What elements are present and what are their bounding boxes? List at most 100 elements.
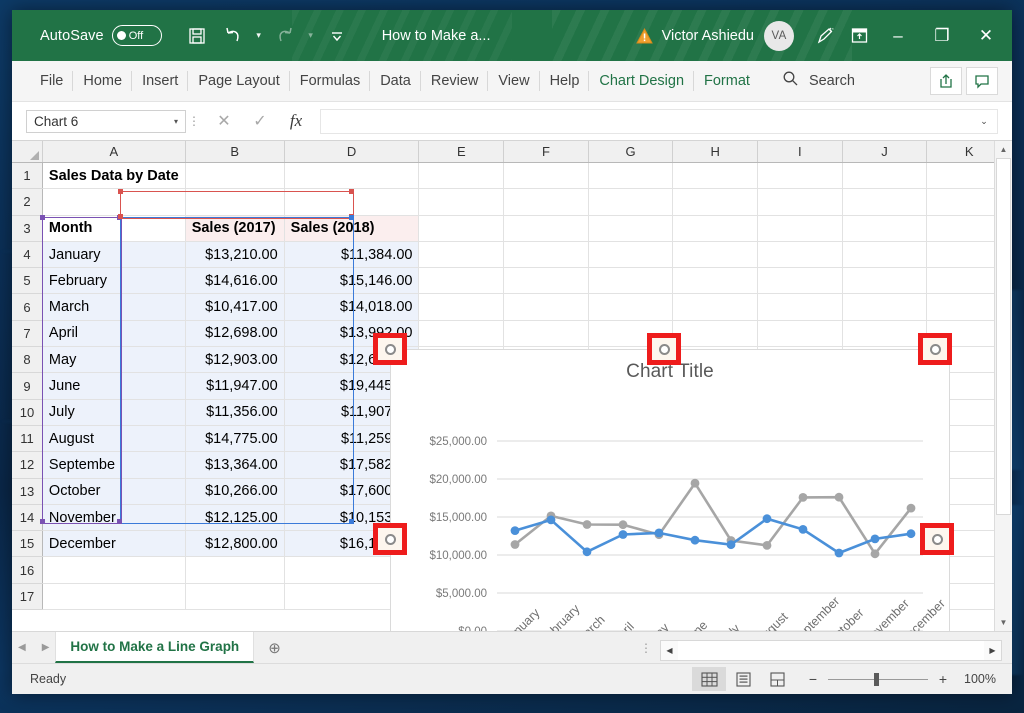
horizontal-scroll-track[interactable] <box>678 640 984 660</box>
cell-g3[interactable] <box>588 215 674 242</box>
cell-g1[interactable] <box>588 162 674 190</box>
cell-a7[interactable]: April <box>42 320 186 348</box>
cell-f7[interactable] <box>503 320 589 348</box>
cell-a3[interactable]: Month <box>42 215 186 242</box>
column-header-b[interactable]: B <box>185 141 285 163</box>
cell-i7[interactable] <box>757 320 843 348</box>
page-break-preview-icon[interactable] <box>760 667 794 691</box>
cell-b12[interactable]: $13,364.00 <box>185 451 285 479</box>
comments-icon[interactable] <box>966 67 998 95</box>
scroll-left-icon[interactable]: ◀ <box>661 640 678 660</box>
document-title[interactable]: How to Make a... <box>382 28 491 44</box>
row-header[interactable]: 14 <box>12 504 43 532</box>
cell-j2[interactable] <box>842 188 928 216</box>
cell-e6[interactable] <box>418 293 505 321</box>
cell-j3[interactable] <box>842 215 928 242</box>
cell-a16[interactable] <box>42 556 186 584</box>
tab-page-layout[interactable]: Page Layout <box>187 68 289 94</box>
row-header[interactable]: 15 <box>12 530 43 558</box>
zoom-in-button[interactable]: + <box>936 671 950 687</box>
expand-formula-bar-icon[interactable]: ⌄ <box>971 108 998 134</box>
cell-h3[interactable] <box>672 215 759 242</box>
tab-formulas[interactable]: Formulas <box>288 68 370 94</box>
customize-quick-access-icon[interactable] <box>320 19 354 53</box>
resize-handle-top-right[interactable] <box>918 333 952 365</box>
page-layout-view-icon[interactable] <box>726 667 760 691</box>
column-header-i[interactable]: I <box>757 141 843 163</box>
row-header[interactable]: 13 <box>12 478 43 505</box>
row-header[interactable]: 5 <box>12 267 43 295</box>
ribbon-display-options-icon[interactable] <box>842 19 876 53</box>
cell-g2[interactable] <box>588 188 674 216</box>
row-header[interactable]: 7 <box>12 320 43 348</box>
sheet-tab-active[interactable]: How to Make a Line Graph <box>55 632 255 663</box>
share-icon[interactable] <box>930 67 962 95</box>
sheet-nav-arrows[interactable]: ◀ ▶ <box>12 632 55 663</box>
cell-i3[interactable] <box>757 215 843 242</box>
cell-h5[interactable] <box>672 267 759 295</box>
close-button[interactable]: ✕ <box>964 10 1008 61</box>
cell-i1[interactable] <box>757 162 843 190</box>
cell-b13[interactable]: $10,266.00 <box>185 478 285 505</box>
cell-b5[interactable]: $14,616.00 <box>185 267 285 295</box>
column-header-h[interactable]: H <box>672 141 759 163</box>
cell-d1[interactable] <box>284 162 420 190</box>
cell-a17[interactable] <box>42 583 186 611</box>
avatar[interactable]: VA <box>764 20 794 51</box>
cell-j7[interactable] <box>842 320 928 348</box>
next-sheet-icon[interactable]: ▶ <box>42 642 50 653</box>
column-header-f[interactable]: F <box>503 141 589 163</box>
cell-b11[interactable]: $14,775.00 <box>185 425 285 453</box>
cell-j5[interactable] <box>842 267 928 295</box>
save-icon[interactable] <box>180 19 214 53</box>
tab-format[interactable]: Format <box>693 68 760 94</box>
cell-f1[interactable] <box>503 162 589 190</box>
resize-handle-middle-left[interactable] <box>373 523 407 555</box>
vertical-scroll-thumb[interactable] <box>996 158 1011 515</box>
zoom-control[interactable]: − + 100% <box>806 671 996 687</box>
cell-a2[interactable] <box>42 188 186 216</box>
tab-review[interactable]: Review <box>419 68 489 94</box>
worksheet-grid[interactable]: A B D E F G H I J K 1 Sales Data by Date <box>12 141 1012 631</box>
cell-h4[interactable] <box>672 241 759 269</box>
cell-b10[interactable]: $11,356.00 <box>185 399 285 426</box>
undo-dropdown-icon[interactable]: ▾ <box>252 30 266 41</box>
cell-e5[interactable] <box>418 267 505 295</box>
add-sheet-plus-icon[interactable]: ⊕ <box>254 632 295 663</box>
redo-dropdown-icon[interactable]: ▾ <box>304 30 318 41</box>
cell-j1[interactable] <box>842 162 928 190</box>
row-header[interactable]: 6 <box>12 293 43 321</box>
cell-a15[interactable]: December <box>42 530 186 558</box>
formula-bar-grip[interactable]: ⋮ <box>186 115 202 127</box>
cell-b4[interactable]: $13,210.00 <box>185 241 285 269</box>
scroll-down-icon[interactable]: ▼ <box>995 614 1012 631</box>
row-header[interactable]: 17 <box>12 583 43 611</box>
pen-icon[interactable] <box>808 19 842 53</box>
tab-file[interactable]: File <box>30 68 73 94</box>
cell-b15[interactable]: $12,800.00 <box>185 530 285 558</box>
cell-j4[interactable] <box>842 241 928 269</box>
tab-chart-design[interactable]: Chart Design <box>588 68 694 94</box>
row-header[interactable]: 3 <box>12 215 43 242</box>
cell-a10[interactable]: July <box>42 399 186 426</box>
user-name[interactable]: Victor Ashiedu <box>662 28 754 44</box>
maximize-button[interactable]: ❐ <box>920 10 964 61</box>
cell-a11[interactable]: August <box>42 425 186 453</box>
cell-a13[interactable]: October <box>42 478 186 505</box>
column-header-g[interactable]: G <box>588 141 674 163</box>
undo-icon[interactable] <box>216 19 250 53</box>
cell-i6[interactable] <box>757 293 843 321</box>
tab-insert[interactable]: Insert <box>131 68 188 94</box>
row-header[interactable]: 11 <box>12 425 43 453</box>
cell-a1[interactable]: Sales Data by Date <box>42 162 186 190</box>
cell-a8[interactable]: May <box>42 346 186 374</box>
cell-h2[interactable] <box>672 188 759 216</box>
resize-handle-top-center[interactable] <box>647 333 681 365</box>
cell-h6[interactable] <box>672 293 759 321</box>
row-header[interactable]: 16 <box>12 556 43 584</box>
cell-a9[interactable]: June <box>42 372 186 400</box>
cell-g4[interactable] <box>588 241 674 269</box>
tab-splitter-grip[interactable]: ⋮ <box>632 642 660 654</box>
cell-f5[interactable] <box>503 267 589 295</box>
cell-g5[interactable] <box>588 267 674 295</box>
